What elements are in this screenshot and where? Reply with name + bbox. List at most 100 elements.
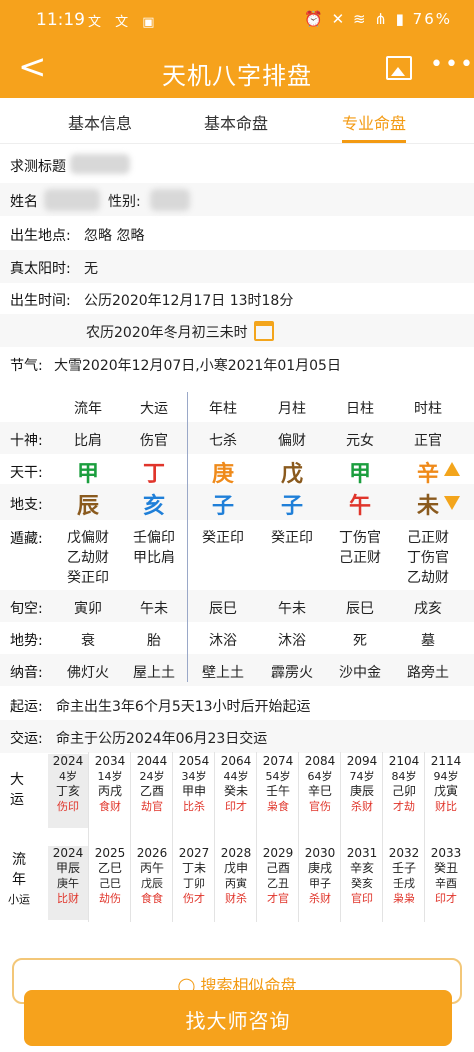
consult-master-button[interactable]: 找大师咨询 — [24, 990, 452, 1046]
row-title: 求测标题 — [0, 148, 474, 181]
tab-basic-info[interactable]: 基本信息 — [68, 110, 132, 134]
header-month-pillar: 月柱 — [278, 401, 306, 417]
tiangan-cell: 甲 — [76, 462, 99, 487]
dayun-shishen: 劫官 — [141, 800, 163, 813]
shishen-label: 十神: — [10, 433, 43, 449]
dishi-cell: 衰 — [81, 633, 95, 649]
triangle-up-icon — [444, 462, 460, 476]
tiangan-cell: 甲 — [348, 462, 371, 487]
qiyun-value: 命主出生3年6个月5天13小时后开始起运 — [56, 699, 311, 715]
liunian-year: 2025 — [94, 846, 126, 860]
dayun-item[interactable]: 2084 64岁 辛巳 官伤 — [300, 754, 340, 828]
dishi-cell: 胎 — [147, 633, 161, 649]
canggan-item: 癸正印 — [271, 530, 313, 546]
jieqi-label: 节气: — [10, 358, 43, 374]
canggan-cell: 戊偏财 乙劫财 癸正印 — [62, 528, 114, 588]
consult-master-label: 找大师咨询 — [185, 1009, 291, 1033]
dayun-item[interactable]: 2064 44岁 癸未 印才 — [216, 754, 256, 828]
column-divider — [172, 752, 173, 922]
dayun-shishen: 官伤 — [309, 800, 331, 813]
dayun-item[interactable]: 2114 94岁 戊寅 财比 — [426, 754, 466, 828]
canggan-item: 乙劫财 — [67, 550, 109, 566]
xiaoyun-ganzhi: 辛酉 — [435, 877, 457, 890]
xunkong-cell: 午未 — [140, 601, 168, 617]
liunian-item[interactable]: 2024 甲辰 庚午 比财 — [48, 846, 88, 920]
dayun-label-1: 大 — [10, 772, 24, 788]
redacted-gender — [150, 189, 190, 211]
tab-bar: 基本信息 基本命盘 专业命盘 — [0, 98, 474, 144]
dayun-age: 44岁 — [223, 770, 249, 783]
xiaoyun-ganzhi: 乙丑 — [267, 877, 289, 890]
liunian-item[interactable]: 2032 壬子 壬戌 枭枭 — [384, 846, 424, 920]
liunian-ganzhi: 甲辰 — [55, 861, 80, 875]
xiaoyun-ganzhi: 甲子 — [309, 877, 331, 890]
canggan-item: 乙劫财 — [407, 570, 449, 586]
liunian-shishen: 比财 — [57, 892, 79, 905]
dayun-ganzhi: 丙戌 — [97, 784, 122, 798]
image-icon[interactable] — [386, 56, 412, 80]
dayun-item[interactable]: 2104 84岁 己卯 才劫 — [384, 754, 424, 828]
nayin-cell: 路旁土 — [407, 665, 449, 681]
liunian-item[interactable]: 2028 戊申 丙寅 财杀 — [216, 846, 256, 920]
canggan-cell: 丁伤官 己正财 — [334, 528, 386, 568]
liunian-item[interactable]: 2033 癸丑 辛酉 印才 — [426, 846, 466, 920]
column-divider — [88, 752, 89, 922]
dayun-shishen: 印才 — [225, 800, 247, 813]
dayun-item[interactable]: 2094 74岁 庚辰 杀财 — [342, 754, 382, 828]
nayin-cell: 沙中金 — [339, 665, 381, 681]
tab-pro-chart[interactable]: 专业命盘 — [342, 110, 406, 134]
liunian-item[interactable]: 2027 丁未 丁卯 伤才 — [174, 846, 214, 920]
gender-label: 性别: — [108, 194, 141, 210]
liunian-item[interactable]: 2031 辛亥 癸亥 官印 — [342, 846, 382, 920]
liunian-label: 流 年 小运 — [8, 850, 30, 910]
calendar-icon[interactable] — [254, 321, 274, 341]
column-divider — [382, 752, 383, 922]
more-icon[interactable]: ••• — [430, 52, 474, 77]
dizhi-cell: 辰 — [76, 494, 99, 519]
liunian-ganzhi: 丙午 — [139, 861, 164, 875]
dayun-year: 2034 — [94, 754, 126, 768]
dayun-item[interactable]: 2054 34岁 甲申 比杀 — [174, 754, 214, 828]
nayin-cell: 壁上土 — [202, 665, 244, 681]
status-time: 11:19 — [36, 10, 85, 30]
column-divider — [298, 752, 299, 922]
column-divider — [214, 752, 215, 922]
shishen-cell: 偏财 — [278, 433, 306, 449]
liunian-year: 2026 — [136, 846, 168, 860]
jiaoyun-label: 交运: — [10, 731, 43, 747]
shishen-cell: 正官 — [414, 433, 442, 449]
liunian-shishen: 枭枭 — [393, 892, 415, 905]
lunar-value: 农历2020年冬月初三未时 — [86, 325, 248, 341]
shishen-cell: 比肩 — [74, 433, 102, 449]
liunian-item[interactable]: 2025 乙巳 己巳 劫伤 — [90, 846, 130, 920]
canggan-label: 遁藏: — [10, 531, 43, 547]
liunian-item[interactable]: 2029 己酉 乙丑 才官 — [258, 846, 298, 920]
xunkong-cell: 辰巳 — [346, 601, 374, 617]
dayun-item[interactable]: 2074 54岁 壬午 枭食 — [258, 754, 298, 828]
canggan-item: 甲比肩 — [133, 550, 175, 566]
shishen-cell: 元女 — [346, 433, 374, 449]
liunian-item[interactable]: 2026 丙午 戊辰 食食 — [132, 846, 172, 920]
solar-time-value: 无 — [84, 261, 98, 277]
liunian-ganzhi: 己酉 — [265, 861, 290, 875]
dayun-item[interactable]: 2044 24岁 乙酉 劫官 — [132, 754, 172, 828]
header-dayun: 大运 — [140, 401, 168, 417]
dayun-age: 24岁 — [139, 770, 165, 783]
tab-basic-chart[interactable]: 基本命盘 — [204, 110, 268, 134]
dayun-item[interactable]: 2024 4岁 丁亥 伤印 — [48, 754, 88, 828]
dayun-year: 2024 — [52, 754, 84, 768]
tiangan-cell: 丁 — [142, 462, 165, 487]
dayun-item[interactable]: 2034 14岁 丙戌 食财 — [90, 754, 130, 828]
xiaoyun-ganzhi: 庚午 — [57, 877, 79, 890]
dayun-year: 2044 — [136, 754, 168, 768]
liunian-year: 2031 — [346, 846, 378, 860]
status-bar: 11:19 文 文 ▣ ⏰ ✕ ≋ ⋔ ▮ 76% — [0, 0, 474, 40]
canggan-item: 丁伤官 — [339, 530, 381, 546]
notification-icons: 文 文 ▣ — [88, 15, 160, 30]
dayun-year: 2084 — [304, 754, 336, 768]
dayun-shishen: 枭食 — [267, 800, 289, 813]
liunian-item[interactable]: 2030 庚戌 甲子 杀财 — [300, 846, 340, 920]
canggan-item: 癸正印 — [202, 530, 244, 546]
xunkong-cell: 戌亥 — [414, 601, 442, 617]
canggan-cell: 癸正印 — [197, 528, 249, 548]
